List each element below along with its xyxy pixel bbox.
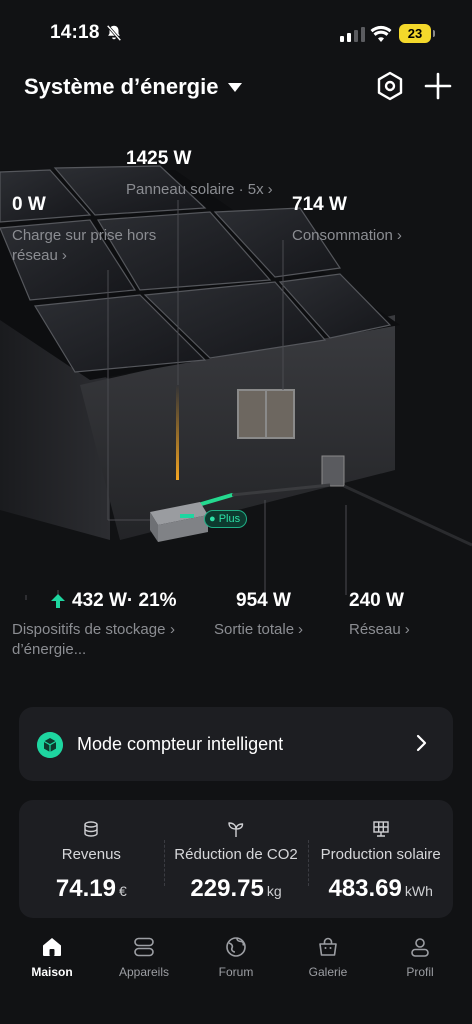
storage-devices-link[interactable]: Dispositifs de stockage d’énergie... › xyxy=(12,620,192,660)
storage-label: Dispositifs de stockage d’énergie... xyxy=(12,621,166,658)
plus-badge-label: Plus xyxy=(218,513,241,525)
consumption-label: Consommation xyxy=(292,227,393,244)
total-output-label: Sortie totale xyxy=(214,621,295,638)
stat-solar-production: Production solaire 483.69 kWh xyxy=(308,800,453,918)
arrow-up-icon xyxy=(51,594,65,608)
tab-home[interactable]: Maison xyxy=(7,930,97,1024)
page-title: Système d’énergie xyxy=(24,74,219,99)
battery-indicator: 23 xyxy=(399,24,435,43)
total-output-link[interactable]: Sortie totale › xyxy=(214,620,303,640)
tab-devices[interactable]: Appareils xyxy=(99,930,189,1024)
grid-label: Réseau xyxy=(349,621,401,638)
sprout-icon xyxy=(228,822,244,837)
tab-gallery[interactable]: Galerie xyxy=(283,930,373,1024)
cellular-signal-icon xyxy=(340,27,365,42)
tab-profile[interactable]: Profil xyxy=(375,930,465,1024)
chevron-right-icon xyxy=(416,734,427,752)
grid-link[interactable]: Réseau › xyxy=(349,620,410,640)
tab-label: Appareils xyxy=(118,965,170,979)
chevron-right-icon: › xyxy=(61,247,67,264)
storage-value: 432 W· 21% xyxy=(72,590,177,611)
offgrid-charge-label: Charge sur prise hors réseau xyxy=(12,227,157,264)
consumption-value: 714 W xyxy=(292,194,347,215)
total-output-value: 954 W xyxy=(236,590,291,611)
smart-meter-mode-card[interactable]: Mode compteur intelligent xyxy=(19,707,453,781)
tab-forum[interactable]: Forum xyxy=(191,930,281,1024)
consumption-link[interactable]: Consommation › xyxy=(292,226,402,246)
solar-panel-icon xyxy=(372,821,389,837)
chevron-right-icon: › xyxy=(404,621,410,638)
house-illustration xyxy=(0,165,472,600)
globe-icon xyxy=(226,937,246,957)
bottom-tab-bar: Maison Appareils Forum Galerie Profil xyxy=(0,930,472,1024)
add-icon[interactable] xyxy=(422,70,454,102)
bell-muted-icon xyxy=(106,24,122,42)
stat-value: 229.75 xyxy=(190,875,264,902)
stat-value: 483.69 xyxy=(328,875,402,902)
grid-power-value: 240 W xyxy=(349,590,404,611)
settings-hexagon-icon[interactable] xyxy=(374,70,406,102)
solar-power-value: 1425 W xyxy=(126,148,192,169)
wifi-icon xyxy=(370,25,392,42)
cube-icon xyxy=(37,732,63,758)
tab-label: Profil xyxy=(406,965,434,979)
chevron-right-icon: › xyxy=(267,181,273,198)
solar-panel-label: Panneau solaire · 5x xyxy=(126,181,264,198)
energy-system-selector[interactable]: Système d’énergie xyxy=(24,74,243,100)
stat-label: Production solaire xyxy=(320,846,441,863)
offgrid-power-value: 0 W xyxy=(12,194,46,215)
stats-panel: Revenus 74.19 € Réduction de CO2 229.75 kg… xyxy=(19,800,453,918)
chevron-right-icon: › xyxy=(298,621,304,638)
stat-label: Réduction de CO2 xyxy=(174,846,298,863)
profile-icon xyxy=(411,938,429,957)
bag-icon xyxy=(319,937,337,956)
stat-unit: kg xyxy=(266,883,282,899)
status-time: 14:18 xyxy=(50,22,100,43)
chevron-right-icon: › xyxy=(396,227,402,244)
caret-down-icon xyxy=(228,82,243,92)
stat-unit: € xyxy=(118,883,127,899)
chevron-right-icon: › xyxy=(170,621,175,638)
tab-label: Forum xyxy=(218,965,254,979)
smart-meter-label: Mode compteur intelligent xyxy=(77,734,284,754)
tab-label: Maison xyxy=(31,965,73,979)
storage-metric: 432 W· 21% xyxy=(50,590,177,612)
solar-panel-link[interactable]: Panneau solaire · 5x › xyxy=(126,180,273,200)
stat-revenue: Revenus 74.19 € xyxy=(19,800,164,918)
stat-unit: kWh xyxy=(404,883,433,899)
status-bar: 14:18 23 xyxy=(0,0,472,64)
tab-label: Galerie xyxy=(308,965,348,979)
devices-icon xyxy=(134,937,154,957)
offgrid-charge-link[interactable]: Charge sur prise hors réseau › xyxy=(12,226,172,266)
stat-co2-reduction: Réduction de CO2 229.75 kg xyxy=(163,800,309,918)
coin-stack-icon xyxy=(84,821,99,837)
energy-flow-scene: ● Plus 1425 W Panneau solaire · 5x › 0 W … xyxy=(0,140,472,700)
stat-value: 74.19 xyxy=(55,875,116,902)
home-icon xyxy=(43,938,61,956)
plus-badge: ● Plus xyxy=(204,510,248,528)
stat-label: Revenus xyxy=(61,846,121,863)
